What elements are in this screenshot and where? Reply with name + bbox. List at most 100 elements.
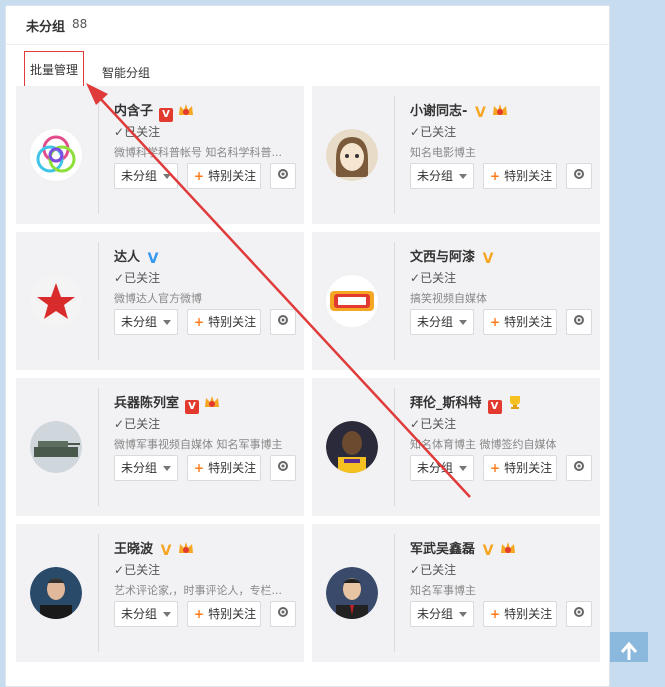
tab-smart-group[interactable]: 智能分组	[102, 64, 150, 81]
special-follow-button[interactable]: + 特别关注	[187, 601, 261, 627]
caret-down-icon	[459, 320, 467, 325]
verified-blue-icon: V	[147, 251, 159, 267]
user-name[interactable]: 达人 V	[114, 246, 164, 267]
user-name[interactable]: 拜伦_斯科特 V	[410, 392, 524, 414]
check-icon: ✓	[114, 271, 125, 285]
check-icon: ✓	[114, 125, 125, 139]
followed-status: ✓已关注	[410, 271, 457, 285]
followed-status: ✓已关注	[410, 125, 457, 139]
special-follow-button[interactable]: + 特别关注	[187, 163, 261, 189]
group-title: 未分组	[26, 20, 66, 35]
user-card: 兵器陈列室 V ✓已关注 微博军事视频自媒体 知名军事博主 未分组 + 特别关注	[16, 378, 304, 516]
special-follow-button[interactable]: + 特别关注	[483, 601, 557, 627]
gear-icon	[278, 461, 288, 471]
member-badge-icon	[179, 104, 194, 115]
user-description: 知名电影博主	[410, 146, 476, 159]
caret-down-icon	[459, 174, 467, 179]
divider	[98, 242, 99, 360]
avatar[interactable]	[326, 567, 378, 619]
plus-icon: +	[194, 607, 205, 621]
special-follow-button[interactable]: + 特别关注	[483, 309, 557, 335]
settings-button[interactable]	[566, 601, 592, 627]
group-select[interactable]: 未分组	[114, 309, 178, 335]
divider	[394, 534, 395, 652]
check-icon: ✓	[410, 271, 421, 285]
divider	[98, 96, 99, 214]
user-description: 知名军事博主	[410, 584, 476, 597]
gear-icon	[278, 315, 288, 325]
user-description: 艺术评论家,，时事评论人，专栏...	[114, 584, 282, 597]
plus-icon: +	[194, 461, 205, 475]
user-card: 军武吴鑫磊 V ✓已关注 知名军事博主 未分组 + 特别关注	[312, 524, 600, 662]
trophy-badge-icon	[509, 396, 520, 409]
gear-icon	[278, 607, 288, 617]
caret-down-icon	[163, 174, 171, 179]
user-card: 达人 V ✓已关注 微博达人官方微博 未分组 + 特别关注	[16, 232, 304, 370]
member-badge-icon	[205, 396, 220, 407]
settings-button[interactable]	[270, 455, 296, 481]
group-select[interactable]: 未分组	[114, 163, 178, 189]
settings-button[interactable]	[566, 163, 592, 189]
user-description: 微博科学科普帐号 知名科学科普...	[114, 146, 282, 159]
special-follow-button[interactable]: + 特别关注	[483, 455, 557, 481]
user-description: 微博军事视频自媒体 知名军事博主	[114, 438, 283, 451]
group-select[interactable]: 未分组	[410, 601, 474, 627]
divider	[394, 388, 395, 506]
divider	[98, 388, 99, 506]
user-card: 小谢同志- V ✓已关注 知名电影博主 未分组 + 特别关注	[312, 86, 600, 224]
special-follow-button[interactable]: + 特别关注	[483, 163, 557, 189]
special-follow-button[interactable]: + 特别关注	[187, 309, 261, 335]
user-name[interactable]: 小谢同志- V	[410, 100, 509, 121]
group-select[interactable]: 未分组	[410, 309, 474, 335]
settings-button[interactable]	[270, 163, 296, 189]
member-badge-icon	[501, 542, 516, 553]
gear-icon	[574, 461, 584, 471]
user-card: 文西与阿漆 V ✓已关注 搞笑视频自媒体 未分组 + 特别关注	[312, 232, 600, 370]
followed-status: ✓已关注	[114, 125, 161, 139]
user-name[interactable]: 内含子 V	[114, 100, 195, 122]
gear-icon	[278, 169, 288, 179]
user-card: 内含子 V ✓已关注 微博科学科普帐号 知名科学科普... 未分组 + 特别关注	[16, 86, 304, 224]
user-name[interactable]: 文西与阿漆 V	[410, 246, 499, 267]
avatar[interactable]	[326, 421, 378, 473]
plus-icon: +	[490, 315, 501, 329]
check-icon: ✓	[114, 417, 125, 431]
avatar[interactable]	[30, 275, 82, 327]
divider	[394, 242, 395, 360]
group-count: 88	[72, 17, 88, 31]
member-badge-icon	[493, 104, 508, 115]
verified-yellow-icon: V	[474, 105, 486, 121]
plus-icon: +	[194, 315, 205, 329]
group-select[interactable]: 未分组	[410, 455, 474, 481]
followed-status: ✓已关注	[114, 563, 161, 577]
followed-status: ✓已关注	[410, 417, 457, 431]
user-card: 王晓波 V ✓已关注 艺术评论家,，时事评论人，专栏... 未分组 + 特别关注	[16, 524, 304, 662]
tab-batch-manage[interactable]: 批量管理	[24, 51, 84, 89]
plus-icon: +	[490, 461, 501, 475]
divider	[98, 534, 99, 652]
user-name[interactable]: 王晓波 V	[114, 538, 195, 559]
settings-button[interactable]	[270, 601, 296, 627]
settings-button[interactable]	[566, 309, 592, 335]
group-select[interactable]: 未分组	[410, 163, 474, 189]
plus-icon: +	[194, 169, 205, 183]
user-name[interactable]: 兵器陈列室 V	[114, 392, 221, 414]
verified-red-icon: V	[487, 400, 502, 414]
avatar[interactable]	[326, 129, 378, 181]
avatar[interactable]	[30, 567, 82, 619]
avatar[interactable]	[30, 129, 82, 181]
verified-yellow-icon: V	[482, 543, 494, 559]
user-name[interactable]: 军武吴鑫磊 V	[410, 538, 517, 559]
group-select[interactable]: 未分组	[114, 455, 178, 481]
verified-yellow-icon: V	[482, 251, 494, 267]
avatar[interactable]	[326, 275, 378, 327]
verified-red-icon: V	[159, 108, 174, 122]
group-select[interactable]: 未分组	[114, 601, 178, 627]
settings-button[interactable]	[566, 455, 592, 481]
followed-status: ✓已关注	[114, 271, 161, 285]
caret-down-icon	[459, 466, 467, 471]
settings-button[interactable]	[270, 309, 296, 335]
avatar[interactable]	[30, 421, 82, 473]
member-badge-icon	[179, 542, 194, 553]
special-follow-button[interactable]: + 特别关注	[187, 455, 261, 481]
